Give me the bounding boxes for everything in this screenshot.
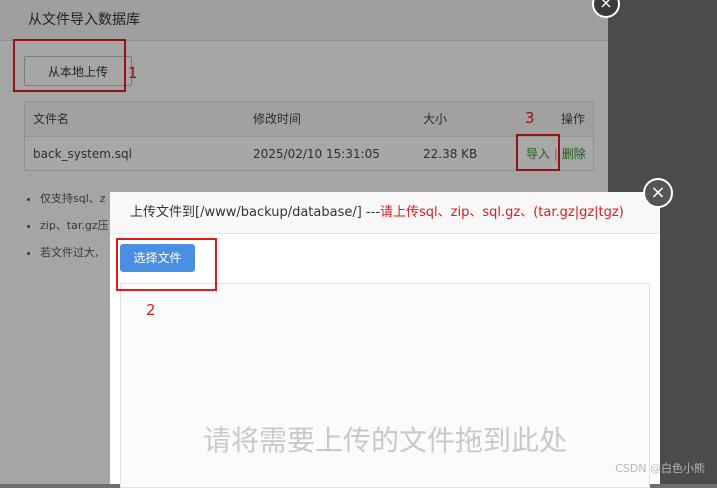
upload-path-text: 上传文件到[/www/backup/database/] ---: [130, 205, 381, 220]
upload-format-hint: 请上传sql、zip、sql.gz、(tar.gz|gz|tgz): [380, 205, 624, 220]
drop-zone-text: 请将需要上传的文件拖到此处: [202, 424, 567, 457]
file-drop-zone[interactable]: 请将需要上传的文件拖到此处: [120, 283, 650, 488]
upload-file-dialog: 上传文件到[/www/backup/database/] ---请上传sql、z…: [110, 192, 660, 488]
watermark: CSDN @白色小熊: [615, 462, 705, 475]
close-icon[interactable]: ×: [643, 178, 673, 208]
annotation-box-2: [116, 238, 217, 291]
annotation-label-2: 2: [146, 301, 156, 319]
upload-dialog-title: 上传文件到[/www/backup/database/] ---请上传sql、z…: [110, 192, 660, 234]
